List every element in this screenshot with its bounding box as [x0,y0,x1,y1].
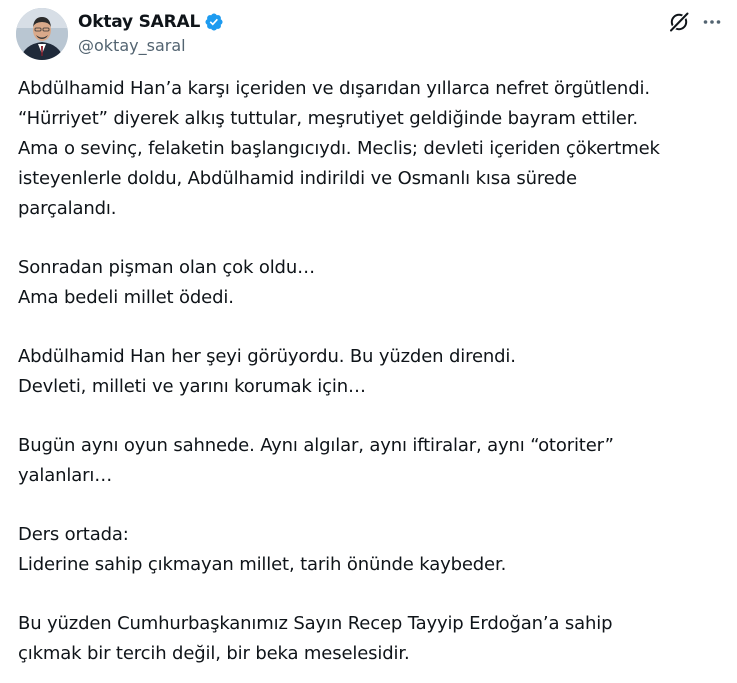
tweet-line: parçalandı. [18,198,117,219]
tweet-header: Oktay SARAL @oktay_saral [16,8,725,64]
avatar-photo [16,8,68,60]
tweet-line: isteyenlerle doldu, Abdülhamid indirildi… [18,168,577,189]
tweet-line: Devleti, milleti ve yarını korumak için… [18,376,366,397]
grok-icon[interactable] [667,10,691,34]
tweet-line: Abdülhamid Han her şeyi görüyordu. Bu yü… [18,346,516,367]
more-options-icon[interactable] [700,10,724,34]
tweet-line: Sonradan pişman olan çok oldu… [18,257,315,278]
tweet-line: Ders ortada: [18,524,129,545]
tweet-line: “Hürriyet” diyerek alkış tuttular, meşru… [18,108,638,129]
author-display-name[interactable]: Oktay SARAL [78,12,200,32]
tweet-paragraph: Bugün aynı oyun sahnede. Aynı algılar, a… [18,431,723,491]
tweet-paragraph: Sonradan pişman olan çok oldu… Ama bedel… [18,253,723,313]
tweet-line: çıkmak bir tercih değil, bir beka mesele… [18,643,410,664]
tweet-paragraph: Ders ortada: Liderine sahip çıkmayan mil… [18,520,723,580]
tweet-line: Bu yüzden Cumhurbaşkanımız Sayın Recep T… [18,613,613,634]
tweet-line: Liderine sahip çıkmayan millet, tarih ön… [18,554,507,575]
author-name-row: Oktay SARAL [78,10,224,34]
tweet-text: Abdülhamid Han’a karşı içeriden ve dışar… [18,74,723,683]
tweet-paragraph: Abdülhamid Han her şeyi görüyordu. Bu yü… [18,342,723,402]
tweet-paragraph: Bu yüzden Cumhurbaşkanımız Sayın Recep T… [18,609,723,669]
tweet-line: Ama bedeli millet ödedi. [18,287,234,308]
author-handle[interactable]: @oktay_saral [78,36,186,55]
tweet-paragraph: Abdülhamid Han’a karşı içeriden ve dışar… [18,74,723,224]
tweet-line: Abdülhamid Han’a karşı içeriden ve dışar… [18,78,650,99]
avatar[interactable] [16,8,68,60]
tweet-line: Ama o sevinç, felaketin başlangıcıydı. M… [18,138,660,159]
tweet-line: yalanları… [18,465,113,486]
tweet-line: Bugün aynı oyun sahnede. Aynı algılar, a… [18,435,614,456]
verified-badge-icon [204,12,224,32]
